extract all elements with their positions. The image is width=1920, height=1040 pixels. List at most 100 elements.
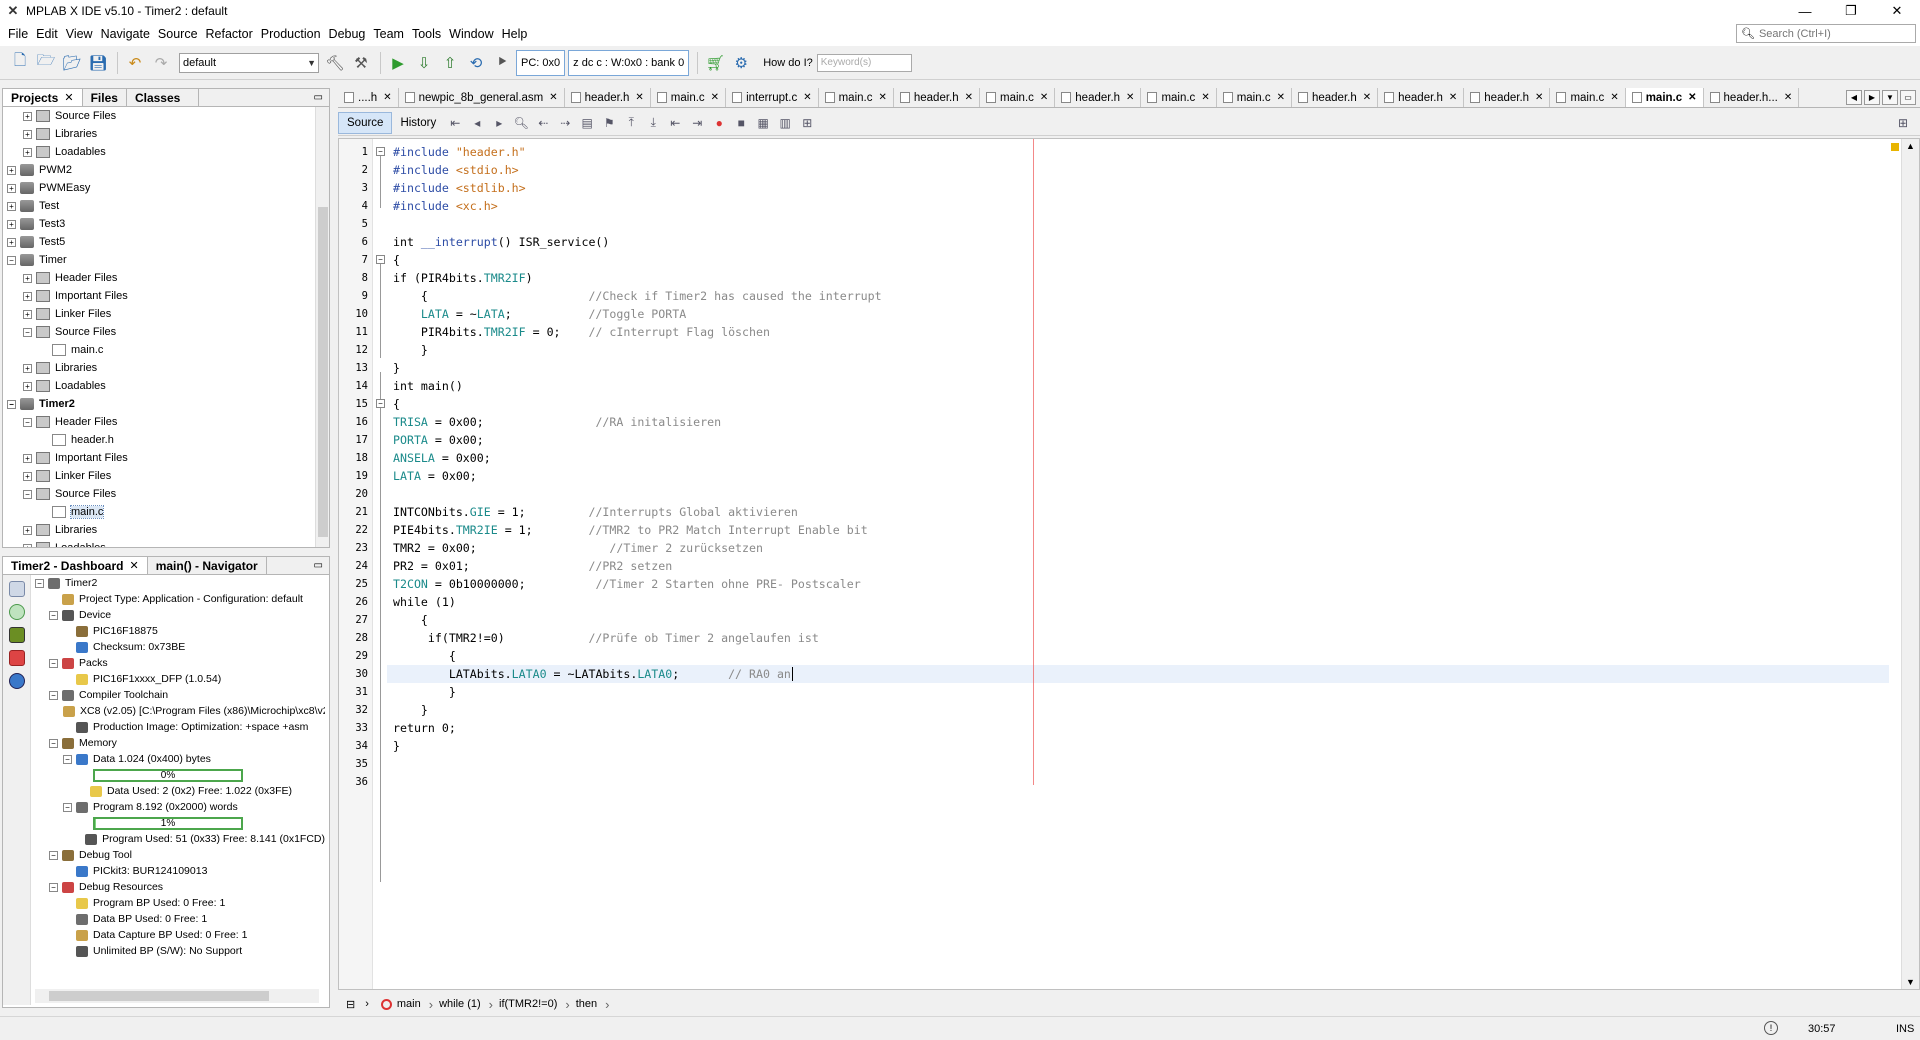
collapse-icon[interactable]: − [49,658,58,668]
fold-toggle-icon[interactable]: − [376,147,385,156]
breadcrumb-item[interactable]: main › [380,997,433,1012]
collapse-icon[interactable]: − [35,578,44,588]
close-tab-icon[interactable]: ✕ [1277,92,1285,103]
editor-tab[interactable]: main.c ✕ [651,88,727,107]
menu-file[interactable]: File [4,27,32,41]
shift-left-icon[interactable]: ⇤ [666,114,684,132]
tree-item[interactable]: + Important Files [3,287,329,305]
editor-tab[interactable]: header.h ✕ [1055,88,1142,107]
menu-tools[interactable]: Tools [408,27,445,41]
expand-icon[interactable]: + [23,453,32,463]
split-editor-icon[interactable]: ⊞ [1894,114,1912,132]
open-project-icon[interactable]: 📂︎ [60,51,84,75]
collapse-icon[interactable]: − [23,489,32,499]
close-tab-icon[interactable]: ✕ [383,92,391,103]
editor-tab[interactable]: main.c ✕ [1550,88,1626,107]
tree-item[interactable]: + Source Files [3,107,329,125]
menu-edit[interactable]: Edit [32,27,62,41]
plugins-icon[interactable]: ⚙ [729,51,753,75]
close-tab-icon[interactable]: ✕ [635,92,643,103]
code-line[interactable]: { //Check if Timer2 has caused the inter… [393,287,882,305]
close-button[interactable]: ✕ [1874,0,1920,22]
expand-icon[interactable]: + [23,525,32,535]
editor-tab[interactable]: header.h ✕ [565,88,651,107]
code-line[interactable]: if (PIR4bits.TMR2IF) [393,269,533,287]
search-box[interactable]: 🔍︎ [1736,24,1916,43]
expand-icon[interactable]: + [23,363,32,373]
close-tab-icon[interactable]: ✕ [1688,92,1696,103]
notifications-icon[interactable]: ! [1764,1021,1778,1035]
expand-icon[interactable]: + [23,273,32,283]
code-line[interactable]: PIR4bits.TMR2IF = 0; // cInterrupt Flag … [393,323,770,341]
find-next-icon[interactable]: ⇢ [556,114,574,132]
menu-refactor[interactable]: Refactor [202,27,257,41]
tab-scroll-left-icon[interactable]: ◀ [1846,90,1862,105]
search-input[interactable] [1758,27,1909,40]
tree-item[interactable]: + Important Files [3,449,329,467]
close-tab-icon[interactable]: ✕ [549,92,557,103]
new-file-icon[interactable]: 🗋 [8,51,32,75]
close-icon[interactable]: ✕ [129,559,138,572]
tab-navigator[interactable]: main() - Navigator [148,557,267,574]
minimize-button[interactable]: — [1782,0,1828,22]
tab-files[interactable]: Files [83,89,127,106]
breadcrumb-item[interactable]: while (1) › [439,997,493,1012]
code-line[interactable]: return 0; [393,719,456,737]
code-line[interactable]: INTCONbits.GIE = 1; //Interrupts Global … [393,503,798,521]
menu-debug[interactable]: Debug [325,27,370,41]
code-format-icon[interactable]: ⊞ [798,114,816,132]
menu-window[interactable]: Window [445,27,497,41]
undo-icon[interactable]: ↶ [123,51,147,75]
navigator-icon[interactable]: ⊟ [346,998,355,1011]
next-bookmark-icon[interactable]: ⤓ [644,114,662,132]
debug-project-icon[interactable]: ⯈ [490,51,514,75]
tree-item[interactable]: + Loadables [3,377,329,395]
expand-icon[interactable]: + [7,237,16,247]
code-line[interactable]: } [393,737,400,755]
how-do-i-input[interactable]: Keyword(s) [816,53,912,72]
code-line[interactable]: } [393,341,428,359]
collapse-icon[interactable]: − [49,882,58,892]
toggle-highlight-icon[interactable]: ▤ [578,114,596,132]
close-tab-icon[interactable]: ✕ [965,92,973,103]
menu-help[interactable]: Help [498,27,532,41]
expand-icon[interactable]: + [23,291,32,301]
breadcrumb-item[interactable]: if(TMR2!=0) › [499,997,570,1012]
breadcrumb-item[interactable]: then › [576,997,610,1012]
toggle-bookmark-icon[interactable]: ⚑ [600,114,618,132]
code-line[interactable]: int __interrupt() ISR_service() [393,233,609,251]
configuration-select[interactable]: default ▼ [179,52,319,73]
menu-team[interactable]: Team [369,27,408,41]
editor-tab[interactable]: interrupt.c ✕ [726,88,819,107]
pdf-icon[interactable] [8,650,25,666]
close-tab-icon[interactable]: ✕ [1449,92,1457,103]
start-macro-icon[interactable]: ● [710,114,728,132]
close-tab-icon[interactable]: ✕ [1201,92,1209,103]
expand-icon[interactable]: + [23,309,32,319]
menu-source[interactable]: Source [154,27,202,41]
collapse-icon[interactable]: − [49,690,58,700]
stop-macro-icon[interactable]: ■ [732,114,750,132]
code-line[interactable]: { [393,611,428,629]
tree-item[interactable]: − Timer2 [3,395,329,413]
editor-tab[interactable]: main.c ✕ [819,88,894,107]
code-line[interactable]: LATA = 0x00; [393,467,477,485]
code-line[interactable]: ANSELA = 0x00; [393,449,491,467]
build-hammer-icon[interactable]: 🔨︎ [323,51,347,75]
project-properties-icon[interactable] [8,581,25,597]
tree-item[interactable]: + PWM2 [3,161,329,179]
close-tab-icon[interactable]: ✕ [1535,92,1543,103]
menu-navigate[interactable]: Navigate [97,27,154,41]
uncomment-icon[interactable]: ▥ [776,114,794,132]
find-icon[interactable]: 🔍︎ [512,114,530,132]
code-line[interactable]: } [393,359,400,377]
editor-tab[interactable]: main.c ✕ [1217,88,1292,107]
expand-icon[interactable]: + [7,183,16,193]
run-icon[interactable]: ▶ [386,51,410,75]
close-tab-icon[interactable]: ✕ [1040,92,1048,103]
fold-toggle-icon[interactable]: − [376,399,385,408]
code-line[interactable]: { [393,395,400,413]
expand-icon[interactable]: + [23,381,32,391]
expand-icon[interactable]: + [23,471,32,481]
editor-tab[interactable]: main.c ✕ [980,88,1056,107]
